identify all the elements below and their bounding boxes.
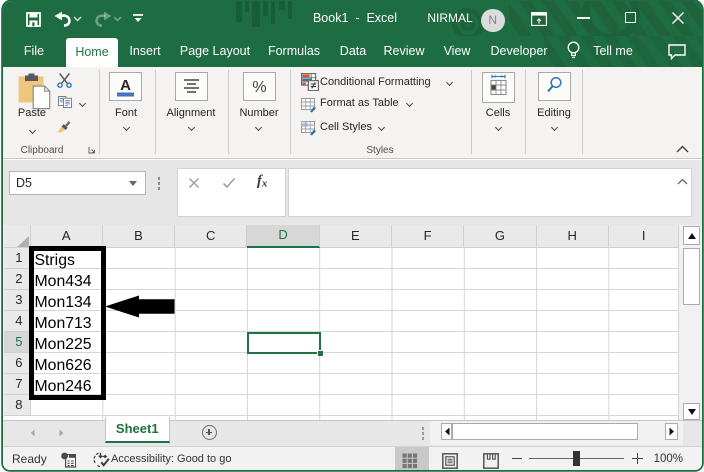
svg-text:A: A (120, 77, 131, 94)
svg-text:%: % (252, 79, 266, 96)
